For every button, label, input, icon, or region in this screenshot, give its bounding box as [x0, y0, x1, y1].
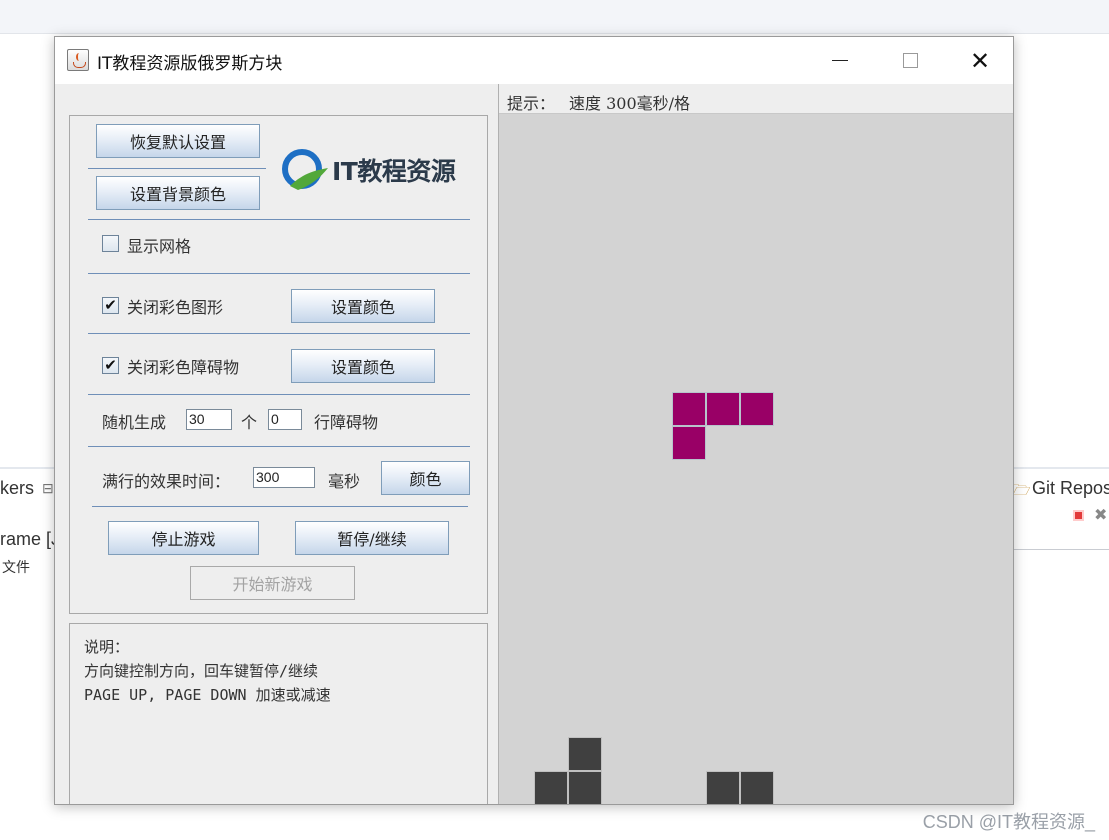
title-bar[interactable]: IT教程资源版俄罗斯方块 ✕: [55, 37, 1013, 84]
obstacle-cell: [568, 737, 602, 771]
logo-text: IT教程资源: [332, 157, 456, 186]
random-count-field[interactable]: 30: [186, 409, 232, 430]
game-board[interactable]: 提示： 速度 300毫秒/格: [498, 84, 1013, 804]
random-rows-field[interactable]: 0: [268, 409, 302, 430]
folder-icon: 🗁: [1012, 482, 1031, 499]
maximize-icon: [902, 53, 918, 68]
random-generate-label: 随机生成: [102, 413, 167, 432]
maximize-button[interactable]: [875, 37, 945, 84]
watermark: CSDN @IT教程资源_: [922, 812, 1095, 832]
close-color-shapes-label: 关闭彩色图形: [127, 298, 224, 317]
close-color-obstacles-checkbox[interactable]: ✔: [102, 357, 119, 374]
ide-tab-git-repos[interactable]: Git Repos: [1032, 478, 1109, 499]
stop-icon[interactable]: [1073, 510, 1084, 521]
active-piece-cell: [672, 426, 706, 460]
window-title: IT教程资源版俄罗斯方块: [97, 54, 283, 74]
set-shape-color-button[interactable]: 设置颜色: [291, 289, 435, 323]
ide-console-frame-text: rame [J: [0, 529, 61, 549]
separator: [88, 168, 266, 169]
obstacle-cell: [706, 771, 740, 804]
random-unit-label: 个: [241, 413, 258, 432]
new-game-button[interactable]: 开始新游戏: [190, 566, 355, 600]
active-piece-cell: [740, 392, 774, 426]
set-background-color-button[interactable]: 设置背景颜色: [96, 176, 260, 210]
ide-tab-markers[interactable]: kers: [0, 478, 34, 499]
show-grid-checkbox[interactable]: [102, 235, 119, 252]
minimize-icon: [832, 60, 848, 61]
separator: [92, 506, 468, 507]
hint-label: 提示：: [507, 94, 556, 113]
logo-icon: [282, 149, 328, 190]
active-piece-cell: [672, 392, 706, 426]
separator: [88, 446, 470, 447]
close-button[interactable]: ✕: [945, 37, 1013, 84]
set-obstacle-color-button[interactable]: 设置颜色: [291, 349, 435, 383]
it-tutorial-logo: IT教程资源: [280, 142, 480, 200]
separator: [88, 273, 470, 274]
close-color-shapes-checkbox[interactable]: ✔: [102, 297, 119, 314]
instructions-title: 说明：: [84, 638, 130, 656]
tetris-window: IT教程资源版俄罗斯方块 ✕ 恢复默认设置 设置背景颜色 IT教程资源 显示网格…: [54, 36, 1014, 805]
effect-unit-label: 毫秒: [328, 472, 361, 491]
instructions-panel: 说明： 方向键控制方向，回车键暂停/继续 PAGE UP, PAGE DOWN …: [69, 623, 488, 804]
show-grid-label: 显示网格: [127, 237, 192, 256]
restore-defaults-button[interactable]: 恢复默认设置: [96, 124, 260, 158]
ide-top-bar: [0, 0, 1109, 34]
instructions-line-1: 方向键控制方向，回车键暂停/继续: [84, 662, 319, 680]
stop-game-button[interactable]: 停止游戏: [108, 521, 259, 555]
ide-strip-line-right: [1013, 549, 1109, 550]
pause-resume-button[interactable]: 暂停/继续: [295, 521, 449, 555]
effect-time-field[interactable]: 300: [253, 467, 315, 488]
instructions-line-2: PAGE UP, PAGE DOWN 加速或减速: [84, 686, 331, 704]
obstacle-cell: [568, 771, 602, 804]
obstacle-cell: [740, 771, 774, 804]
close-color-obstacles-label: 关闭彩色障碍物: [127, 358, 240, 377]
obstacle-cell: [534, 771, 568, 804]
speed-hint: 速度 300毫秒/格: [569, 94, 691, 113]
settings-panel: 恢复默认设置 设置背景颜色 IT教程资源 显示网格 ✔ 关闭彩色图形 设置颜色 …: [69, 115, 488, 614]
obstacle-rows-label: 行障碍物: [314, 413, 379, 432]
java-app-icon: [67, 49, 89, 71]
close-icon: ✕: [969, 46, 991, 75]
separator: [88, 333, 470, 334]
hint-bar: 提示： 速度 300毫秒/格: [499, 84, 1013, 114]
separator: [88, 219, 470, 220]
effect-time-label: 满行的效果时间：: [102, 472, 231, 491]
minimize-button[interactable]: [805, 37, 875, 84]
ide-tab-icon: ⊟: [42, 480, 54, 496]
effect-color-button[interactable]: 颜色: [381, 461, 470, 495]
active-piece-cell: [706, 392, 740, 426]
close-console-icon[interactable]: ✖: [1094, 505, 1107, 525]
separator: [88, 394, 470, 395]
ide-console-file-text: 文件: [2, 559, 30, 575]
